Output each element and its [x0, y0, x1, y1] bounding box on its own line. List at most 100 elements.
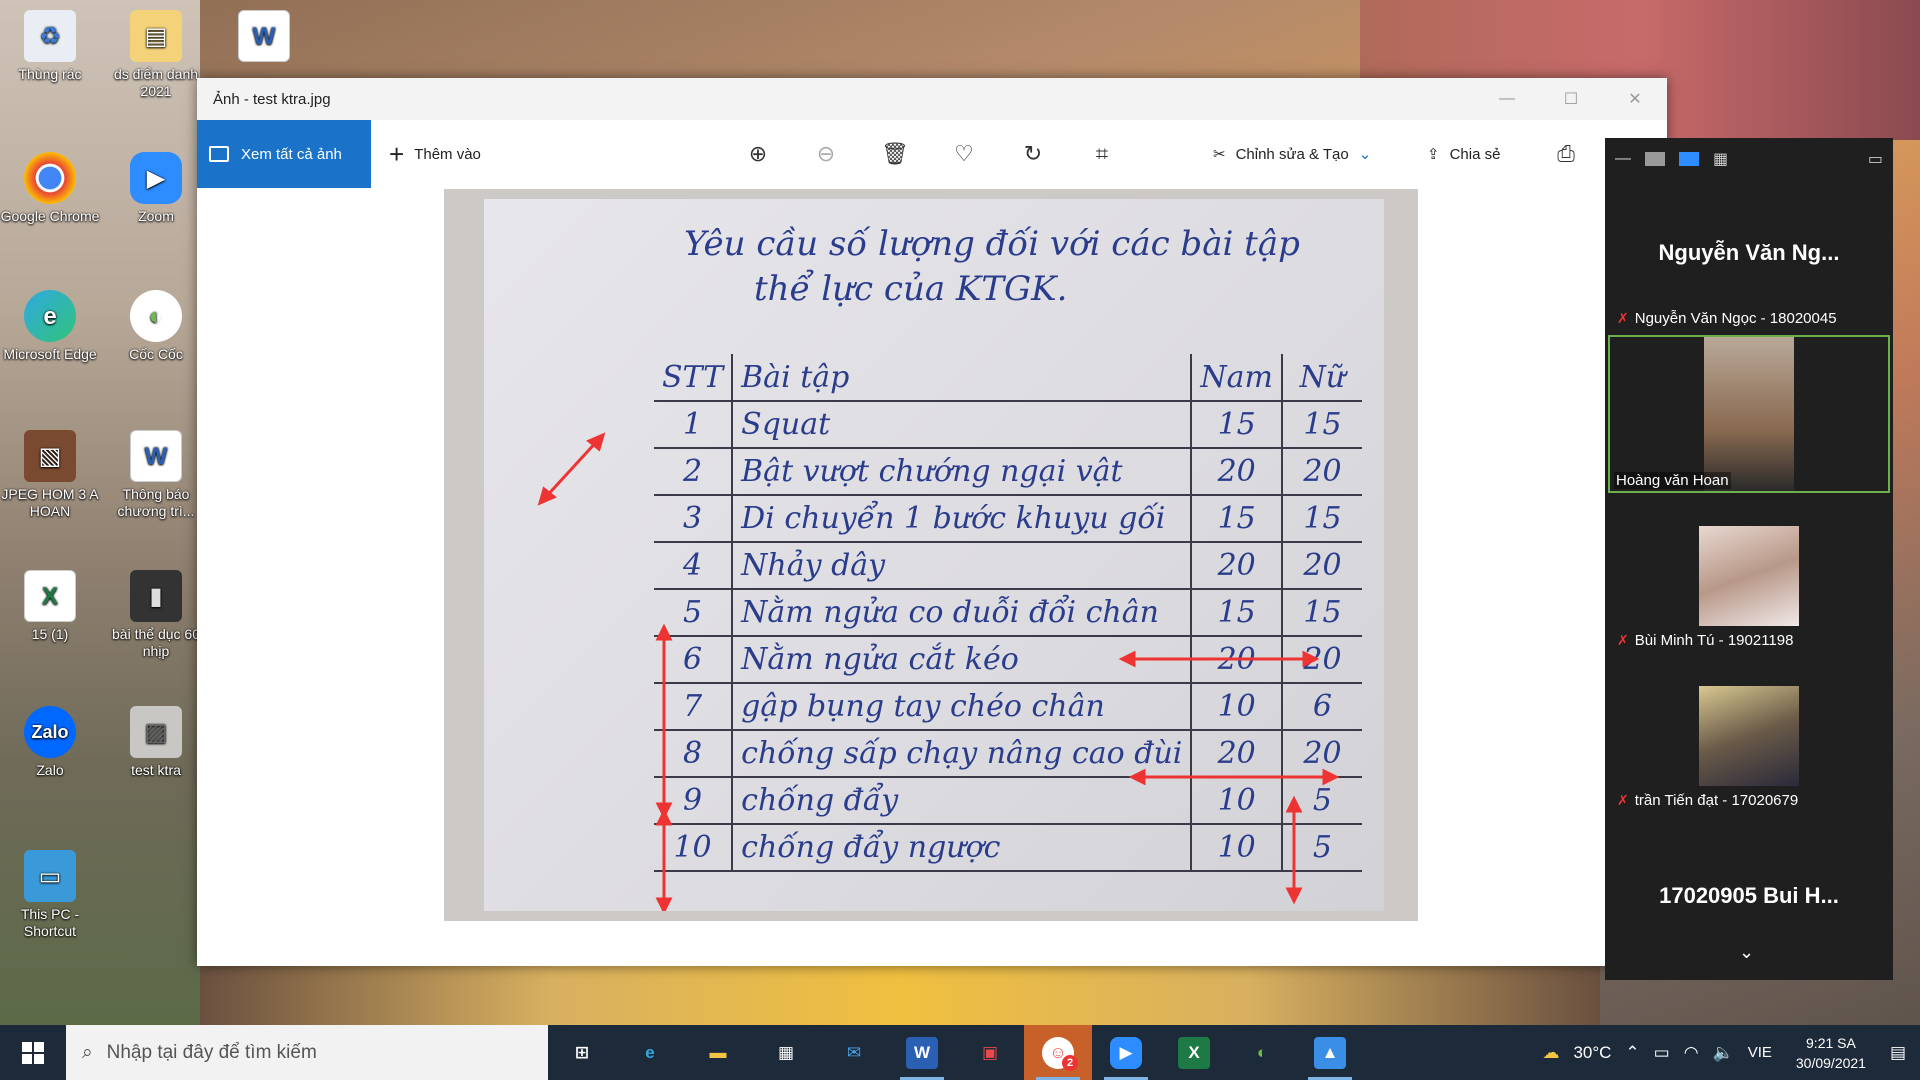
input-language[interactable]: VIE — [1748, 1044, 1772, 1061]
temperature[interactable]: 30°C — [1573, 1043, 1611, 1063]
red-annotation-arrows — [537, 432, 1340, 911]
window-titlebar[interactable]: Ảnh - test ktra.jpg — ☐ ✕ — [197, 78, 1667, 120]
taskbar-app-red[interactable]: ▣ — [956, 1025, 1024, 1080]
favorite-heart-icon[interactable]: ♡ — [940, 120, 988, 188]
grid-view-icon[interactable]: ▦ — [1713, 149, 1728, 169]
system-tray: ☁ 30°C ⌃ ▭ ◠ 🔈 VIE 9:21 SA 30/09/2021 ▤ — [1542, 1025, 1920, 1080]
coccoc-icon: ◐ — [130, 290, 182, 342]
taskbar-app-coccoc[interactable]: ◐ — [1228, 1025, 1296, 1080]
chevron-down-icon: ⌄ — [1358, 146, 1372, 163]
word-document-icon: W — [130, 430, 182, 482]
search-icon: ⌕ — [82, 1041, 93, 1063]
zoom-view-toolbar: — ▦ ▭ — [1605, 138, 1893, 180]
desktop-icon-jpeg[interactable]: ▧ JPEG HOM 3 A HOAN — [0, 430, 100, 520]
minimize-panel-icon[interactable]: — — [1615, 150, 1631, 168]
taskbar-app-photos[interactable]: ▲ — [1296, 1025, 1364, 1080]
share-icon: ⇪ — [1427, 146, 1440, 163]
start-button[interactable] — [0, 1025, 66, 1080]
desktop-icon-folder[interactable]: ▤ ds điểm danh 2021 — [106, 10, 206, 100]
battery-icon[interactable]: ▭ — [1654, 1043, 1670, 1063]
taskbar-app-edge[interactable]: e — [616, 1025, 684, 1080]
edge-icon: e — [24, 290, 76, 342]
clock-date: 30/09/2021 — [1795, 1054, 1866, 1071]
close-icon[interactable]: ✕ — [1603, 78, 1667, 120]
add-to-button[interactable]: + Thêm vào — [389, 141, 481, 167]
desktop-icon-excel[interactable]: X 15 (1) — [0, 570, 100, 643]
task-view-button[interactable]: ⊞ — [548, 1025, 616, 1080]
task-view-icon: ⊞ — [574, 1042, 590, 1062]
desktop-icon-announcement-doc[interactable]: W Thông báo chương trì... — [106, 430, 206, 520]
zoom-out-icon[interactable]: ⊖ — [802, 120, 850, 188]
clock-time: 9:21 SA — [1806, 1034, 1856, 1051]
desktop-icon-coccoc[interactable]: ◐ Cốc Cốc — [106, 290, 206, 363]
coccoc-icon: ◐ — [1256, 1042, 1268, 1062]
taskbar-app-store[interactable]: ▦ — [752, 1025, 820, 1080]
desktop-icon-this-pc[interactable]: ▭ This PC - Shortcut — [0, 850, 100, 940]
participant-name: Nguyễn Văn Ngọc - 18020045 — [1634, 310, 1837, 327]
print-icon[interactable]: ⎙ — [1542, 120, 1590, 188]
taskbar-app-excel[interactable]: X — [1160, 1025, 1228, 1080]
participant-tile-label: ✗ trần Tiến đạt - 17020679 — [1617, 792, 1798, 809]
search-placeholder: Nhập tại đây để tìm kiếm — [106, 1041, 317, 1063]
maximize-icon[interactable]: ☐ — [1539, 78, 1603, 120]
taskbar-app-zoom[interactable]: ▶ — [1092, 1025, 1160, 1080]
mail-icon: ✉ — [846, 1042, 862, 1062]
participant-video — [1704, 337, 1794, 491]
taskbar-app-chat[interactable]: ☺ 2 — [1024, 1025, 1092, 1080]
this-pc-icon: ▭ — [24, 850, 76, 902]
participant-video-tile[interactable]: Hoàng văn Hoan — [1608, 335, 1890, 493]
photo-viewer-canvas[interactable]: Yêu cầu số lượng đối với các bài tập thể… — [444, 189, 1418, 921]
desktop-icon-zalo[interactable]: Zalo Zalo — [0, 706, 100, 779]
show-hidden-icons-chevron-icon[interactable]: ⌃ — [1625, 1043, 1639, 1063]
taskbar-app-word[interactable]: W — [888, 1025, 956, 1080]
add-label: Thêm vào — [414, 145, 481, 163]
app-grid-icon: ▣ — [981, 1042, 999, 1062]
folder-icon: ▤ — [130, 10, 182, 62]
word-document-icon: W — [238, 10, 290, 62]
taskbar-app-file-explorer[interactable]: ▬ — [684, 1025, 752, 1080]
scroll-down-chevron-icon[interactable]: ⌄ — [1739, 942, 1754, 963]
taskbar-app-mail[interactable]: ✉ — [820, 1025, 888, 1080]
exit-fullscreen-icon[interactable]: ▭ — [1868, 149, 1883, 169]
desktop-icon-label: Google Chrome — [0, 208, 100, 224]
desktop-icon-zoom[interactable]: ▶ Zoom — [106, 152, 206, 225]
volume-icon[interactable]: 🔈 — [1713, 1043, 1734, 1063]
desktop-icon-edge[interactable]: e Microsoft Edge — [0, 290, 100, 363]
photos-icon: ▲ — [1314, 1036, 1346, 1069]
plus-icon: + — [389, 139, 405, 169]
image-file-icon: ▨ — [130, 706, 182, 758]
mic-muted-icon: ✗ — [1617, 632, 1629, 648]
excel-icon: X — [1178, 1036, 1210, 1069]
rotate-icon[interactable]: ↻ — [1009, 120, 1057, 188]
delete-icon[interactable]: 🗑 — [871, 120, 919, 188]
zoom-shared-screen-background — [200, 965, 1600, 1025]
participant-name: Bùi Minh Tú - 19021198 — [1634, 632, 1794, 649]
desktop-icon-test-image[interactable]: ▨ test ktra — [106, 706, 206, 779]
wifi-icon[interactable]: ◠ — [1684, 1043, 1699, 1063]
single-view-icon[interactable] — [1645, 152, 1665, 166]
desktop-icon-word-doc[interactable]: W — [214, 10, 314, 66]
strip-view-icon[interactable] — [1679, 152, 1699, 166]
minimize-icon[interactable]: — — [1475, 78, 1539, 120]
weather-icon[interactable]: ☁ — [1542, 1043, 1559, 1063]
desktop-icon-label: Thùng rác — [18, 66, 82, 82]
taskbar-clock[interactable]: 9:21 SA 30/09/2021 — [1786, 1033, 1876, 1073]
edit-create-button[interactable]: ✂ Chỉnh sửa & Tạo ⌄ — [1213, 120, 1371, 188]
participant-name-large: 17020905 Bui H... — [1659, 883, 1839, 908]
participant-video-name: Hoàng văn Hoan — [1614, 472, 1731, 489]
crop-icon[interactable]: ⌗ — [1078, 120, 1126, 188]
word-icon: W — [906, 1036, 938, 1069]
taskbar-search-box[interactable]: ⌕ Nhập tại đây để tìm kiếm — [66, 1025, 548, 1080]
desktop-icon-recycle-bin[interactable]: ♻ Thùng rác — [0, 10, 100, 83]
desktop-icon-chrome[interactable]: Google Chrome — [0, 152, 100, 225]
photos-window: Ảnh - test ktra.jpg — ☐ ✕ Xem tất cả ảnh… — [197, 78, 1667, 966]
view-all-photos-button[interactable]: Xem tất cả ảnh — [197, 120, 371, 188]
desktop-icon-video[interactable]: ▮ bài thể dục 60 nhịp — [106, 570, 206, 660]
desktop-icon-label: 15 (1) — [31, 626, 69, 642]
desktop-icon-label: This PC - Shortcut — [20, 906, 80, 939]
desktop-icon-label: test ktra — [131, 762, 181, 778]
mic-muted-icon: ✗ — [1617, 310, 1629, 326]
zoom-in-icon[interactable]: ⊕ — [734, 120, 782, 188]
share-button[interactable]: ⇪ Chia sẻ — [1427, 120, 1500, 188]
notification-center-icon[interactable]: ▤ — [1890, 1043, 1906, 1063]
